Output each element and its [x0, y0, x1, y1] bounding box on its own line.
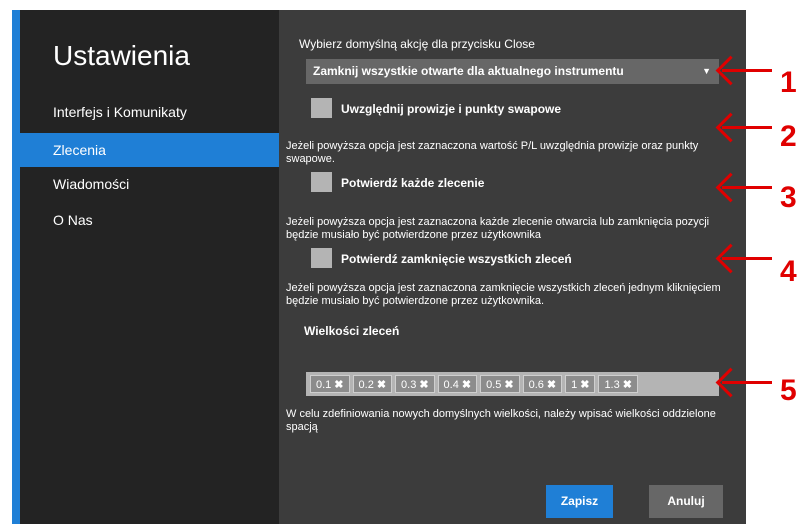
- confirm-each-order-description: Jeżeli powyższa opcja jest zaznaczona ka…: [286, 216, 710, 241]
- remove-icon[interactable]: ✖: [419, 379, 428, 391]
- order-size-chip: 0.4 ✖: [437, 375, 478, 393]
- confirm-each-order-checkbox[interactable]: [311, 172, 332, 192]
- annotation-number: 5: [780, 374, 797, 407]
- order-size-value: 1: [571, 379, 578, 391]
- annotation-number: 1: [780, 66, 797, 99]
- order-size-chip: 1.3 ✖: [598, 375, 638, 393]
- annotation-arrow: [722, 381, 772, 384]
- annotation-number: 2: [780, 120, 797, 153]
- remove-icon[interactable]: ✖: [580, 379, 589, 391]
- order-sizes-input[interactable]: 0.1 ✖ 0.2 ✖ 0.3 ✖ 0.4 ✖ 0.5 ✖ 0.6 ✖ 1 ✖ 1.3 ✖: [306, 372, 719, 396]
- confirm-close-all-checkbox[interactable]: [311, 248, 332, 268]
- order-size-chip: 0.5 ✖: [480, 375, 520, 393]
- sidebar-item-orders[interactable]: Zlecenia: [20, 133, 279, 167]
- remove-icon[interactable]: ✖: [504, 379, 513, 391]
- close-action-label: Wybierz domyślną akcję dla przycisku Clo…: [299, 37, 535, 51]
- cancel-button[interactable]: Anuluj: [649, 485, 723, 518]
- commissions-description: Jeżeli powyższa opcja jest zaznaczona wa…: [286, 140, 699, 165]
- annotation-arrow: [722, 126, 772, 129]
- accent-bar: [12, 10, 20, 524]
- order-size-chip: 0.2 ✖: [352, 375, 393, 393]
- order-size-chip: 0.6 ✖: [522, 375, 563, 393]
- close-action-value: Zamknij wszystkie otwarte dla aktualnego…: [313, 64, 624, 78]
- order-size-value: 0.1: [316, 379, 332, 391]
- confirm-close-all-label: Potwierdź zamknięcie wszystkich zleceń: [341, 252, 572, 266]
- order-size-chip: 1 ✖: [565, 375, 596, 393]
- sidebar-item-about[interactable]: O Nas: [20, 203, 279, 237]
- save-button[interactable]: Zapisz: [546, 485, 613, 518]
- confirm-each-order-label: Potwierdź każde zlecenie: [341, 176, 485, 190]
- sidebar: Ustawienia Interfejs i Komunikaty Zlecen…: [20, 10, 279, 524]
- order-sizes-hint: W celu zdefiniowania nowych domyślnych w…: [286, 408, 716, 433]
- order-size-value: 1.3: [604, 379, 620, 391]
- order-size-chip: 0.1 ✖: [310, 375, 350, 393]
- sidebar-item-messages[interactable]: Wiadomości: [20, 167, 279, 201]
- order-size-chip: 0.3 ✖: [395, 375, 435, 393]
- confirm-close-all-description: Jeżeli powyższa opcja jest zaznaczona za…: [286, 282, 721, 307]
- close-action-select[interactable]: Zamknij wszystkie otwarte dla aktualnego…: [306, 59, 719, 84]
- order-sizes-label: Wielkości zleceń: [304, 324, 400, 338]
- settings-panel: Wybierz domyślną akcję dla przycisku Clo…: [279, 10, 746, 524]
- commissions-checkbox[interactable]: [311, 98, 332, 118]
- sidebar-title: Ustawienia: [53, 40, 190, 71]
- order-size-value: 0.2: [358, 379, 374, 391]
- remove-icon[interactable]: ✖: [547, 379, 556, 391]
- order-size-value: 0.3: [401, 379, 417, 391]
- order-size-value: 0.5: [486, 379, 502, 391]
- annotation-arrow: [722, 186, 772, 189]
- order-size-value: 0.4: [443, 379, 459, 391]
- remove-icon[interactable]: ✖: [377, 379, 386, 391]
- annotation-arrow: [722, 257, 772, 260]
- caret-down-icon: ▼: [702, 66, 711, 76]
- annotation-number: 4: [780, 255, 797, 288]
- sidebar-item-interface[interactable]: Interfejs i Komunikaty: [20, 95, 279, 129]
- remove-icon[interactable]: ✖: [334, 379, 343, 391]
- annotation-number: 3: [780, 181, 797, 214]
- remove-icon[interactable]: ✖: [623, 379, 632, 391]
- screenshot: Ustawienia Interfejs i Komunikaty Zlecen…: [0, 0, 810, 525]
- remove-icon[interactable]: ✖: [462, 379, 471, 391]
- order-size-value: 0.6: [528, 379, 544, 391]
- annotation-arrow: [722, 69, 772, 72]
- commissions-label: Uwzględnij prowizje i punkty swapowe: [341, 102, 562, 116]
